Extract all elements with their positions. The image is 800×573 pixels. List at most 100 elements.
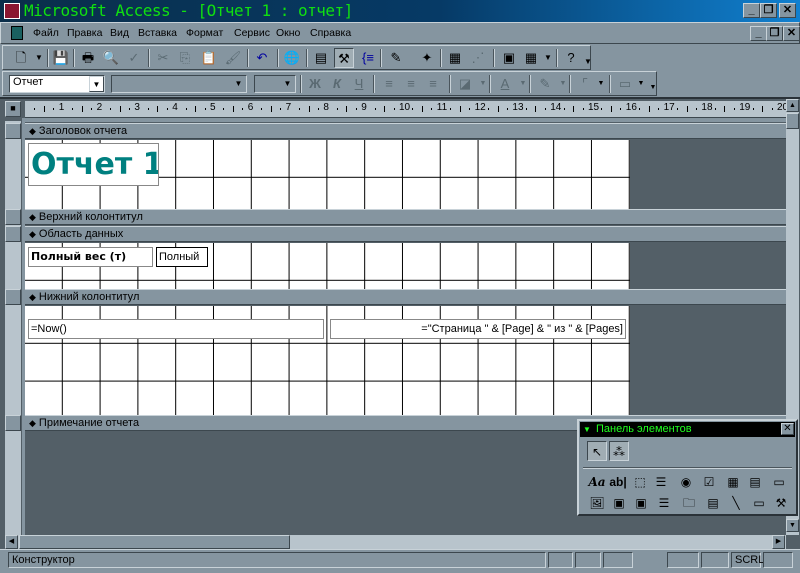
- page-number-field[interactable]: ="Страница " & [Page] & " из " & [Pages]: [330, 319, 626, 339]
- paste-icon[interactable]: 📋: [199, 48, 219, 68]
- rectangle-tool-icon[interactable]: ▭: [749, 493, 769, 513]
- copy-icon[interactable]: ⎘: [175, 48, 195, 68]
- subform-tool-icon[interactable]: ▤: [703, 493, 723, 513]
- chevron-down-icon[interactable]: ▼: [591, 74, 611, 94]
- toolbar-options-icon[interactable]: ▼: [643, 78, 663, 98]
- scroll-down-icon[interactable]: ▼: [786, 519, 799, 532]
- toolbox-icon[interactable]: ⚒: [334, 48, 354, 68]
- minimize-button[interactable]: _: [743, 3, 760, 18]
- menu-file[interactable]: Файл: [33, 27, 59, 39]
- object-select[interactable]: Отчет ▼: [9, 75, 105, 93]
- toolbox-panel[interactable]: ▼ Панель элементов ✕ ↖ ⁂ Aa ab| ⬚ ☰ ◉ ☑ ▦…: [577, 419, 798, 516]
- weight-label[interactable]: Полный вес (т): [28, 247, 153, 267]
- section-report-header[interactable]: ◆ Заголовок отчета: [25, 123, 786, 139]
- select-report-button[interactable]: ■: [5, 101, 21, 117]
- autoformat-icon[interactable]: ✎: [386, 48, 406, 68]
- hyperlink-icon[interactable]: 🌐: [282, 48, 302, 68]
- bound-object-frame-tool-icon[interactable]: ▣: [631, 493, 651, 513]
- section-selector[interactable]: [5, 123, 21, 139]
- format-painter-icon[interactable]: 🖌: [223, 48, 243, 68]
- menu-format[interactable]: Формат: [186, 27, 223, 39]
- doc-close-button[interactable]: ✕: [783, 26, 800, 41]
- option-button-tool-icon[interactable]: ◉: [676, 472, 696, 492]
- now-field[interactable]: =Now(): [28, 319, 324, 339]
- vertical-ruler[interactable]: [5, 121, 21, 535]
- command-button-tool-icon[interactable]: ▭: [769, 472, 789, 492]
- option-group-tool-icon[interactable]: ⬚: [630, 472, 650, 492]
- align-right-icon[interactable]: ≡: [423, 74, 443, 94]
- menu-window[interactable]: Окно: [276, 27, 300, 39]
- textbox-tool-icon[interactable]: ab|: [608, 472, 628, 492]
- section-selector[interactable]: [5, 289, 21, 305]
- document-icon[interactable]: [11, 26, 23, 40]
- restore-button[interactable]: ❐: [760, 3, 777, 18]
- code-icon[interactable]: ✦: [417, 48, 437, 68]
- font-size-select[interactable]: ▼: [254, 75, 296, 93]
- section-selector[interactable]: [5, 209, 21, 225]
- new-object-dropdown-icon[interactable]: ▼: [538, 48, 558, 68]
- control-wizards-icon[interactable]: ⁂: [609, 441, 629, 461]
- toggle-button-tool-icon[interactable]: ☰: [651, 472, 671, 492]
- section-detail[interactable]: ◆ Область данных: [25, 226, 786, 242]
- print-icon[interactable]: 🖶: [78, 48, 98, 68]
- line-tool-icon[interactable]: ╲: [726, 493, 746, 513]
- report-title-label[interactable]: Отчет 1: [28, 143, 159, 186]
- section-page-header[interactable]: ◆ Верхний колонтитул: [25, 209, 786, 225]
- scroll-up-icon[interactable]: ▲: [786, 99, 799, 112]
- doc-minimize-button[interactable]: _: [750, 26, 767, 41]
- database-window-icon[interactable]: ▣: [499, 48, 519, 68]
- view-icon[interactable]: 🗋: [11, 48, 31, 68]
- more-controls-tool-icon[interactable]: ⚒: [771, 493, 791, 513]
- close-button[interactable]: ✕: [779, 3, 796, 18]
- horizontal-scroll-thumb[interactable]: [19, 535, 290, 549]
- italic-button[interactable]: К: [327, 74, 347, 94]
- chevron-down-icon[interactable]: ▼: [280, 76, 295, 92]
- field-list-icon[interactable]: ▤: [311, 48, 331, 68]
- horizontal-ruler[interactable]: 1 2 3 4 5 6 7 8 9 10 11 12 13 14 15 16 17 18 19 20: [25, 101, 788, 118]
- properties-icon[interactable]: ▦: [445, 48, 465, 68]
- bold-button[interactable]: Ж: [305, 74, 325, 94]
- menu-edit[interactable]: Правка: [67, 27, 102, 39]
- label-tool-icon[interactable]: Aa: [587, 472, 607, 492]
- line-color-icon[interactable]: ✎: [535, 74, 555, 94]
- menu-insert[interactable]: Вставка: [138, 27, 177, 39]
- build-icon[interactable]: ⋰: [468, 48, 488, 68]
- fill-color-icon[interactable]: ◪: [455, 74, 475, 94]
- access-app-icon[interactable]: [4, 3, 20, 19]
- image-tool-icon[interactable]: 🖼: [587, 493, 607, 513]
- toolbar-options-icon[interactable]: ▼: [578, 52, 598, 72]
- view-dropdown-icon[interactable]: ▼: [29, 48, 49, 68]
- chevron-down-icon[interactable]: ▼: [89, 76, 104, 92]
- list-box-tool-icon[interactable]: ▤: [745, 472, 765, 492]
- scroll-right-icon[interactable]: ▶: [772, 535, 785, 549]
- undo-icon[interactable]: ↶: [252, 48, 272, 68]
- menu-view[interactable]: Вид: [110, 27, 129, 39]
- toolbox-title-bar[interactable]: ▼ Панель элементов ✕: [580, 422, 795, 437]
- spelling-icon[interactable]: ✓: [124, 48, 144, 68]
- weight-field[interactable]: Полный: [156, 247, 208, 267]
- scroll-left-icon[interactable]: ◀: [5, 535, 18, 549]
- section-page-footer[interactable]: ◆ Нижний колонтитул: [25, 289, 786, 305]
- sorting-icon[interactable]: {≡: [358, 48, 378, 68]
- combo-box-tool-icon[interactable]: ▦: [723, 472, 743, 492]
- preview-icon[interactable]: 🔍: [101, 48, 121, 68]
- toolbox-menu-icon[interactable]: ▼: [583, 422, 591, 437]
- chevron-down-icon[interactable]: ▼: [231, 76, 246, 92]
- menu-tools[interactable]: Сервис: [234, 27, 270, 39]
- page-break-tool-icon[interactable]: ☰: [654, 493, 674, 513]
- cut-icon[interactable]: ✂: [153, 48, 173, 68]
- section-selector[interactable]: [5, 226, 21, 242]
- toolbox-close-button[interactable]: ✕: [781, 423, 794, 435]
- horizontal-scrollbar[interactable]: ◀ ▶: [5, 535, 786, 549]
- underline-button[interactable]: Ч: [349, 74, 369, 94]
- section-selector[interactable]: [5, 415, 21, 431]
- align-left-icon[interactable]: ≡: [379, 74, 399, 94]
- menu-help[interactable]: Справка: [310, 27, 351, 39]
- select-objects-icon[interactable]: ↖: [587, 441, 607, 461]
- vertical-scroll-thumb[interactable]: [786, 113, 799, 129]
- unbound-object-frame-tool-icon[interactable]: ▣: [609, 493, 629, 513]
- font-color-icon[interactable]: A: [495, 74, 515, 94]
- doc-restore-button[interactable]: ❐: [766, 26, 783, 41]
- tab-control-tool-icon[interactable]: 🗀: [679, 493, 699, 513]
- checkbox-tool-icon[interactable]: ☑: [699, 472, 719, 492]
